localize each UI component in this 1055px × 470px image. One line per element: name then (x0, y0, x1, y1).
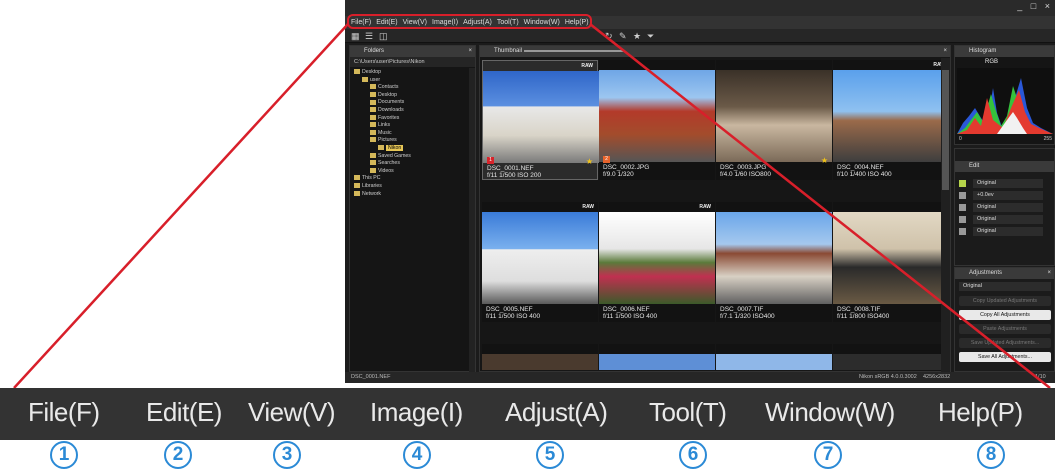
zoom-menu-view[interactable]: View(V) (248, 397, 336, 428)
number-badge-1: 1 (50, 441, 78, 469)
number-badge-4: 4 (403, 441, 431, 469)
number-badge-2: 2 (164, 441, 192, 469)
number-badge-3: 3 (273, 441, 301, 469)
zoom-menu-help[interactable]: Help(P) (938, 397, 1023, 428)
number-badge-8: 8 (977, 441, 1005, 469)
number-badge-6: 6 (679, 441, 707, 469)
zoom-menu-image[interactable]: Image(I) (370, 397, 463, 428)
zoom-menu-adjust[interactable]: Adjust(A) (505, 397, 608, 428)
number-badge-5: 5 (536, 441, 564, 469)
zoomed-menu-bar: File(F) Edit(E) View(V) Image(I) Adjust(… (0, 388, 1055, 440)
number-badge-7: 7 (814, 441, 842, 469)
zoom-menu-file[interactable]: File(F) (28, 397, 100, 428)
zoom-menu-edit[interactable]: Edit(E) (146, 397, 222, 428)
zoom-menu-window[interactable]: Window(W) (765, 397, 895, 428)
figure: _ □ × File(F) Edit(E) View(V) Image(I) A… (0, 0, 1055, 470)
zoom-menu-tool[interactable]: Tool(T) (649, 397, 727, 428)
